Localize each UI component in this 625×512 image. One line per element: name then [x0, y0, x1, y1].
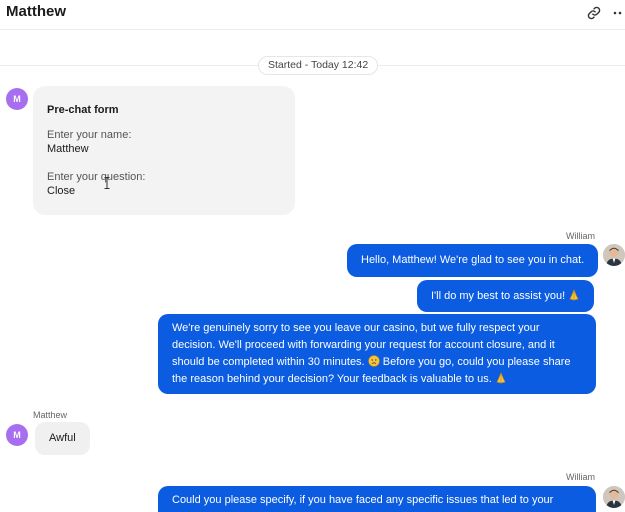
- prechat-question-label: Enter your question:: [47, 171, 146, 183]
- message-bubble: Could you please specify, if you have fa…: [158, 486, 596, 512]
- text-cursor-icon: [104, 177, 110, 189]
- prechat-question-value: Close: [47, 185, 76, 197]
- prechat-form-card: Pre-chat form Enter your name: Matthew E…: [33, 86, 295, 215]
- sender-name: Matthew: [33, 410, 68, 420]
- chat-title: Matthew: [6, 3, 66, 20]
- folded-hands-icon: [496, 372, 506, 384]
- chat-header: Matthew: [0, 0, 625, 30]
- sad-face-icon: [367, 355, 380, 367]
- customer-avatar: M: [6, 424, 28, 446]
- message-text: Hello, Matthew! We're glad to see you in…: [361, 254, 585, 266]
- message-bubble: Hello, Matthew! We're glad to see you in…: [347, 244, 599, 277]
- message-bubble: I'll do my best to assist you!: [417, 280, 595, 312]
- message-line: decision. We'll proceed with forwarding …: [172, 339, 555, 351]
- prechat-name-label: Enter your name:: [47, 129, 132, 141]
- folded-hands-icon: [569, 289, 579, 301]
- agent-avatar: [603, 244, 625, 266]
- prechat-form-title: Pre-chat form: [47, 104, 119, 116]
- message-text: Could you please specify, if you have fa…: [172, 494, 554, 506]
- sender-name: William: [566, 231, 595, 241]
- started-badge: Started - Today 12:42: [258, 56, 379, 75]
- prechat-name-value: Matthew: [47, 143, 89, 155]
- sender-name: William: [566, 472, 595, 482]
- link-icon[interactable]: [585, 4, 603, 22]
- customer-avatar: M: [6, 88, 28, 110]
- message-text: I'll do my best to assist you!: [431, 290, 566, 302]
- message-bubble: We're genuinely sorry to see you leave o…: [158, 314, 596, 394]
- message-line: the reason behind your decision? Your fe…: [172, 371, 582, 388]
- message-line: We're genuinely sorry to see you leave o…: [172, 322, 540, 334]
- message-text: Awful: [49, 432, 76, 444]
- message-bubble: Awful: [35, 422, 90, 455]
- message-line: should be completed within 30 minutes. B…: [172, 355, 571, 368]
- more-dots-icon[interactable]: [609, 4, 625, 22]
- agent-avatar: [603, 486, 625, 508]
